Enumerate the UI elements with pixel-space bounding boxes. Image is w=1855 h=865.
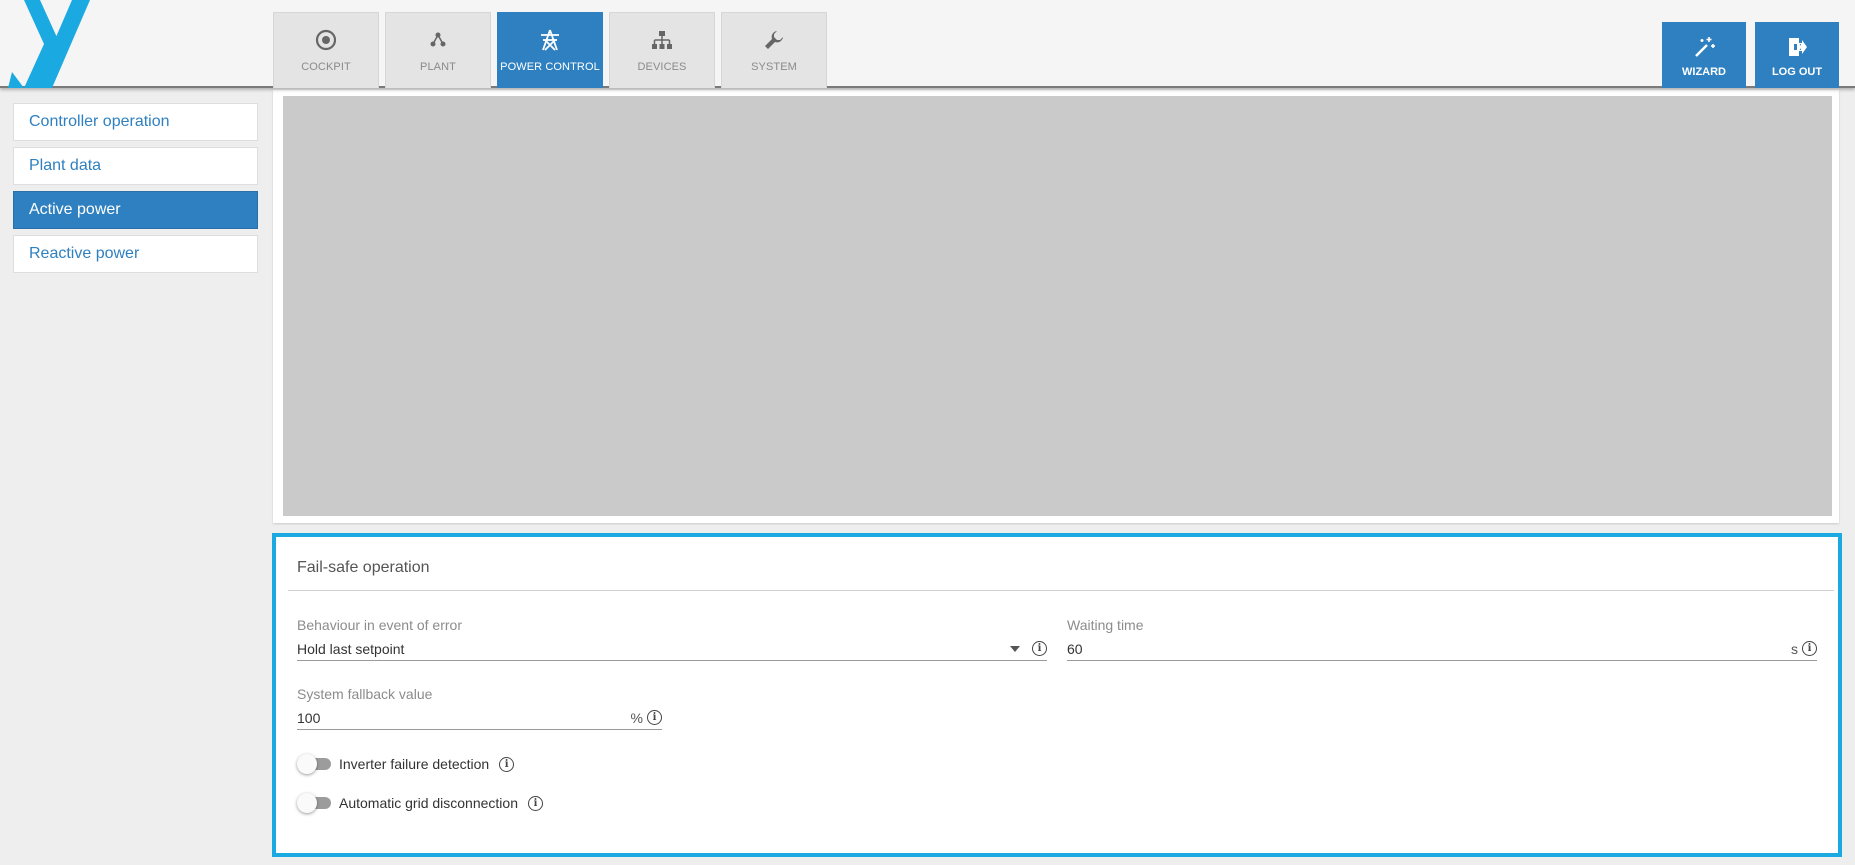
grid-disconnection-toggle[interactable] bbox=[297, 793, 333, 813]
info-icon[interactable]: i bbox=[1032, 641, 1047, 656]
fallback-unit: % bbox=[630, 709, 643, 726]
power-pylon-icon bbox=[538, 27, 562, 53]
network-nodes-icon bbox=[428, 27, 448, 53]
behaviour-value[interactable]: Hold last setpoint bbox=[297, 641, 1010, 657]
fallback-input[interactable]: 100 % i bbox=[297, 706, 662, 730]
wizard-label: WIZARD bbox=[1682, 66, 1726, 78]
info-icon[interactable]: i bbox=[499, 756, 515, 772]
sidebar: Controller operation Plant data Active p… bbox=[13, 103, 258, 279]
fallback-value[interactable]: 100 bbox=[297, 710, 631, 726]
tab-system[interactable]: SYSTEM bbox=[721, 12, 827, 88]
info-icon[interactable]: i bbox=[528, 795, 543, 811]
divider bbox=[288, 590, 1834, 591]
waiting-time-label: Waiting time bbox=[1067, 617, 1144, 633]
info-icon[interactable]: i bbox=[647, 710, 662, 725]
tab-devices[interactable]: DEVICES bbox=[609, 12, 715, 88]
behaviour-label: Behaviour in event of error bbox=[297, 617, 462, 633]
waiting-time-value[interactable]: 60 bbox=[1067, 641, 1791, 657]
tab-label: COCKPIT bbox=[301, 61, 351, 73]
fallback-label: System fallback value bbox=[297, 686, 433, 702]
chevron-down-icon[interactable] bbox=[1010, 645, 1020, 652]
behaviour-field: Behaviour in event of error Hold last se… bbox=[297, 617, 1047, 661]
failsafe-title: Fail-safe operation bbox=[297, 559, 430, 576]
tab-power-control[interactable]: POWER CONTROL bbox=[497, 12, 603, 88]
tab-label: DEVICES bbox=[637, 61, 687, 73]
hierarchy-icon bbox=[651, 27, 673, 53]
target-icon bbox=[315, 27, 337, 53]
chart-panel bbox=[273, 90, 1839, 523]
sidebar-item-controller-operation[interactable]: Controller operation bbox=[13, 103, 258, 141]
sidebar-item-reactive-power[interactable]: Reactive power bbox=[13, 235, 258, 273]
fallback-field: System fallback value 100 % i bbox=[297, 686, 662, 730]
inverter-failure-row: Inverter failure detection i bbox=[297, 754, 515, 774]
x-logo-icon[interactable] bbox=[0, 0, 110, 88]
waiting-time-input[interactable]: 60 s i bbox=[1067, 637, 1817, 661]
logout-button[interactable]: LOG OUT bbox=[1755, 22, 1839, 88]
logout-label: LOG OUT bbox=[1771, 66, 1823, 78]
tab-label: SYSTEM bbox=[751, 61, 797, 73]
waiting-time-unit: s bbox=[1791, 640, 1798, 657]
inverter-failure-toggle[interactable] bbox=[297, 754, 333, 774]
tab-plant[interactable]: PLANT bbox=[385, 12, 491, 88]
behaviour-select[interactable]: Hold last setpoint i bbox=[297, 637, 1047, 661]
tab-label: POWER CONTROL bbox=[500, 61, 600, 73]
logout-icon bbox=[1786, 34, 1808, 60]
inverter-failure-label: Inverter failure detection bbox=[339, 756, 490, 772]
sidebar-item-active-power[interactable]: Active power bbox=[13, 191, 258, 229]
chart-placeholder bbox=[283, 96, 1832, 516]
waiting-time-field: Waiting time 60 s i bbox=[1067, 617, 1817, 661]
tab-cockpit[interactable]: COCKPIT bbox=[273, 12, 379, 88]
wrench-icon bbox=[763, 27, 785, 53]
failsafe-panel: Fail-safe operation Behaviour in event o… bbox=[272, 533, 1842, 857]
top-navigation-bar: COCKPIT PLANT POWER CONTROL DEVICES SYST… bbox=[0, 0, 1855, 88]
sidebar-item-plant-data[interactable]: Plant data bbox=[13, 147, 258, 185]
grid-disconnection-row: Automatic grid disconnection i bbox=[297, 793, 543, 813]
magic-wand-icon bbox=[1692, 34, 1716, 60]
tab-label: PLANT bbox=[420, 61, 456, 73]
grid-disconnection-label: Automatic grid disconnection bbox=[339, 795, 518, 811]
info-icon[interactable]: i bbox=[1802, 641, 1817, 656]
wizard-button[interactable]: WIZARD bbox=[1662, 22, 1746, 88]
